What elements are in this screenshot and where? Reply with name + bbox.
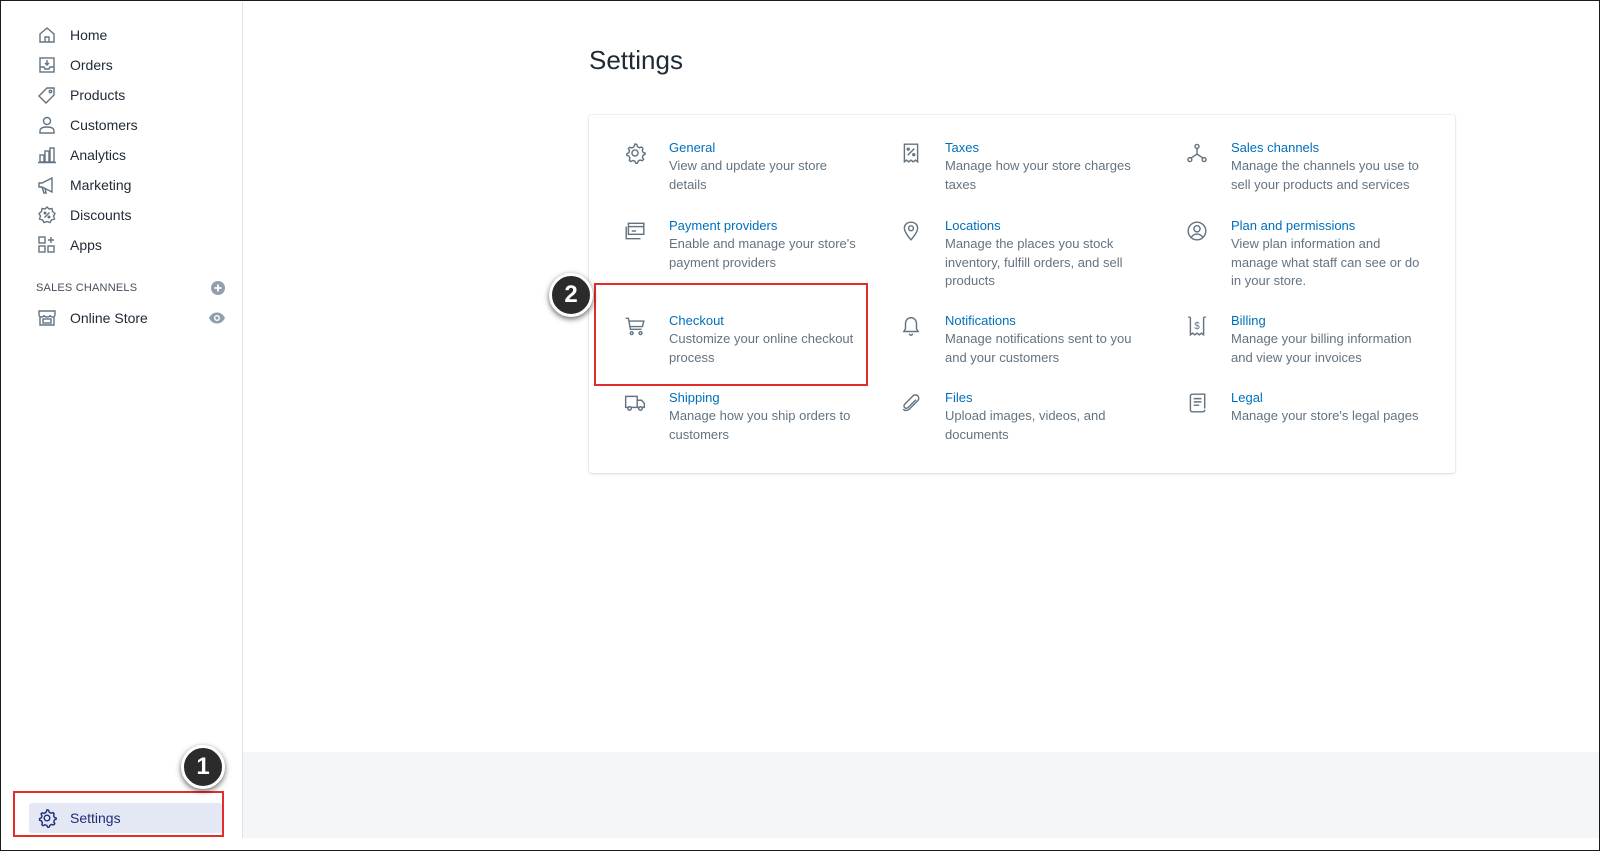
tag-icon	[36, 84, 58, 106]
home-icon	[36, 24, 58, 46]
svg-text:$: $	[1194, 321, 1200, 332]
orders-icon	[36, 54, 58, 76]
settings-item-description: Manage notifications sent to you and your…	[945, 331, 1132, 365]
sidebar-item-orders[interactable]: Orders	[2, 50, 242, 80]
settings-item-title: Sales channels	[1231, 140, 1320, 155]
truck-icon	[623, 391, 647, 415]
settings-item-description: Manage your store's legal pages	[1231, 408, 1419, 423]
sidebar-item-label: Customers	[70, 117, 138, 133]
store-icon	[36, 307, 58, 329]
billing-icon: $	[1185, 314, 1209, 338]
sidebar-item-home[interactable]: Home	[2, 20, 242, 50]
tax-icon	[899, 141, 923, 165]
discount-icon	[36, 204, 58, 226]
settings-item-locations[interactable]: Locations Manage the places you stock inv…	[899, 217, 1149, 291]
sidebar-item-marketing[interactable]: Marketing	[2, 170, 242, 200]
sidebar-item-label: Discounts	[70, 207, 132, 223]
sidebar-item-label: Online Store	[70, 310, 148, 326]
settings-item-title: Files	[945, 390, 973, 405]
settings-item-description: Manage your billing information and view …	[1231, 331, 1412, 365]
sales-channels-header: SALES CHANNELS	[36, 278, 226, 298]
settings-item-title: Shipping	[669, 390, 720, 405]
settings-item-title: Legal	[1231, 390, 1263, 405]
settings-item-title: Taxes	[945, 140, 979, 155]
settings-item-description: Manage how your store charges taxes	[945, 158, 1131, 192]
sidebar-item-apps[interactable]: Apps	[2, 230, 242, 260]
settings-item-shipping[interactable]: Shipping Manage how you ship orders to cu…	[623, 389, 873, 444]
settings-item-description: Upload images, videos, and documents	[945, 408, 1106, 442]
settings-item-description: Manage how you ship orders to customers	[669, 408, 851, 442]
highlight-settings	[13, 791, 224, 837]
add-sales-channel-icon[interactable]	[210, 280, 226, 296]
app-frame: Home Orders Products Customers Analytics…	[0, 0, 1600, 851]
settings-item-billing[interactable]: $ Billing Manage your billing informatio…	[1185, 312, 1445, 367]
main-footer-area	[243, 752, 1599, 838]
settings-item-title: Notifications	[945, 313, 1016, 328]
sidebar: Home Orders Products Customers Analytics…	[2, 2, 243, 752]
settings-item-description: View and update your store details	[669, 158, 828, 192]
step-badge-2: 2	[549, 273, 593, 317]
sales-channels-icon	[1185, 141, 1209, 165]
settings-item-files[interactable]: Files Upload images, videos, and document…	[899, 389, 1149, 444]
settings-item-title: Payment providers	[669, 218, 778, 233]
sidebar-item-online-store[interactable]: Online Store	[36, 305, 226, 331]
bell-icon	[899, 314, 923, 338]
settings-item-title: Locations	[945, 218, 1001, 233]
settings-item-description: View plan information and manage what sta…	[1231, 236, 1420, 288]
legal-icon	[1185, 391, 1209, 415]
person-icon	[36, 114, 58, 136]
sidebar-item-label: Analytics	[70, 147, 127, 163]
sidebar-item-discounts[interactable]: Discounts	[2, 200, 242, 230]
settings-item-plan-and-permissions[interactable]: Plan and permissions View plan informati…	[1185, 217, 1445, 291]
settings-item-sales-channels[interactable]: Sales channels Manage the channels you u…	[1185, 139, 1445, 194]
eye-icon[interactable]	[208, 309, 226, 327]
step-badge-1: 1	[181, 745, 225, 789]
settings-item-general[interactable]: General View and update your store detail…	[623, 139, 863, 194]
apps-icon	[36, 234, 58, 256]
settings-item-legal[interactable]: Legal Manage your store's legal pages	[1185, 389, 1445, 426]
sidebar-item-customers[interactable]: Customers	[2, 110, 242, 140]
sidebar-item-products[interactable]: Products	[2, 80, 242, 110]
sales-channels-title: SALES CHANNELS	[36, 282, 138, 294]
settings-item-description: Manage the places you stock inventory, fu…	[945, 236, 1123, 288]
settings-item-title: General	[669, 140, 716, 155]
payment-icon	[623, 219, 647, 243]
sidebar-item-analytics[interactable]: Analytics	[2, 140, 242, 170]
sidebar-item-label: Marketing	[70, 177, 132, 193]
sidebar-item-label: Apps	[70, 237, 102, 253]
sidebar-item-label: Products	[70, 87, 126, 103]
page-title: Settings	[589, 45, 683, 75]
bar-chart-icon	[36, 144, 58, 166]
settings-item-title: Billing	[1231, 313, 1266, 328]
settings-item-description: Enable and manage your store's payment pr…	[669, 236, 856, 270]
sidebar-item-label: Home	[70, 27, 108, 43]
settings-item-notifications[interactable]: Notifications Manage notifications sent …	[899, 312, 1149, 367]
sidebar-item-label: Orders	[70, 57, 113, 73]
sidebar-nav: Home Orders Products Customers Analytics…	[2, 2, 242, 260]
paperclip-icon	[899, 391, 923, 415]
location-pin-icon	[899, 219, 923, 243]
account-circle-icon	[1185, 219, 1209, 243]
settings-item-title: Plan and permissions	[1231, 218, 1356, 233]
settings-item-taxes[interactable]: Taxes Manage how your store charges taxes	[899, 139, 1149, 194]
megaphone-icon	[36, 174, 58, 196]
settings-item-payment-providers[interactable]: Payment providers Enable and manage your…	[623, 217, 873, 272]
settings-item-description: Manage the channels you use to sell your …	[1231, 158, 1419, 192]
highlight-checkout	[594, 283, 868, 386]
gear-icon	[623, 141, 647, 165]
